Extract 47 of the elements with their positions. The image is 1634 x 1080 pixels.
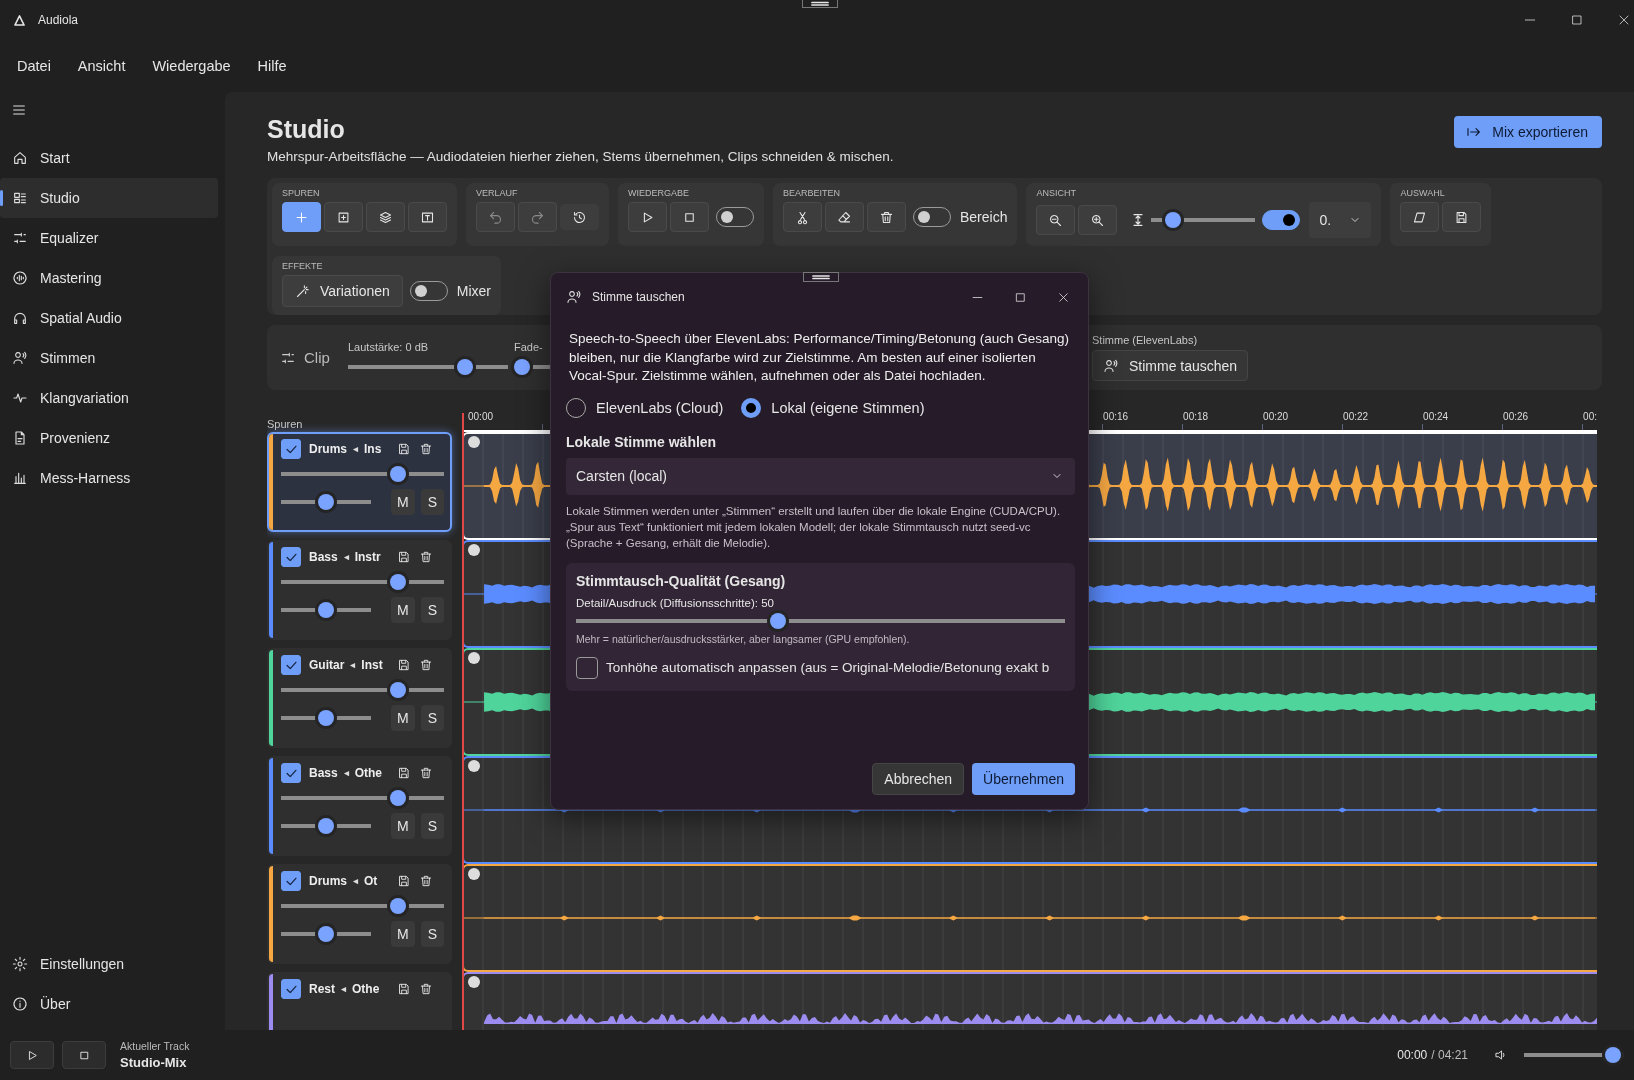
time-label: 00:22	[1343, 411, 1370, 422]
track-name: Drums	[309, 442, 347, 456]
track-name: Rest	[309, 982, 335, 996]
voice-label: Stimme (ElevenLabs)	[1092, 334, 1199, 346]
track-source: Ot	[364, 874, 378, 888]
time-label: 00:	[1583, 411, 1597, 422]
track-duration: / 04:21	[1431, 1048, 1468, 1062]
track-source: Othe	[354, 766, 383, 780]
group-title: SPUREN	[282, 188, 321, 198]
window-title: Audiola	[38, 13, 79, 27]
toggle-label: Mixer	[456, 283, 492, 299]
group-title: WIEDERGABE	[628, 188, 690, 198]
hint-text: Mehr = natürlicher/ausdrucksstärker, aber langsamer (GPU empfohlen).	[576, 632, 911, 645]
dialog-description: Speech-to-Speech über ElevenLabs: Performance/Timing/Betonung (auch Gesang) bleiben, nur die Klangfarbe wird zur Zielstimme. Am besten auf einer isolierten Vocal-Spur. Zielstimme wählen, aufnehmen oder als Datei hochladen.	[569, 330, 1071, 385]
time-label: 00:26	[1503, 411, 1530, 422]
track-name: Bass	[309, 766, 338, 780]
card-title: Stimmtausch-Qualität (Gesang)	[576, 572, 787, 589]
group-title: VERLAUF	[476, 188, 519, 198]
track-source: Ins	[364, 442, 382, 456]
group-title: AUSWAHL	[1400, 188, 1446, 198]
track-name: Bass	[309, 550, 338, 564]
time-label: 00:24	[1423, 411, 1450, 422]
track-title: Studio-Mix	[120, 1055, 188, 1070]
playback-position: 00:00	[1397, 1048, 1428, 1062]
time-label: 00:16	[1103, 411, 1130, 422]
group-title: ANSICHT	[1036, 188, 1077, 198]
track-name: Drums	[309, 874, 347, 888]
toggle-label: Bereich	[960, 209, 1008, 225]
dialog-title: Stimme tauschen	[592, 290, 685, 304]
volume-label: Lautstärke: 0 dB	[348, 340, 430, 353]
section-heading: Lokale Stimme wählen	[566, 433, 718, 450]
page-title: Studio	[267, 114, 346, 145]
track-name: Guitar	[309, 658, 345, 672]
time-label: 00:00	[468, 411, 494, 422]
detail-label: Detail/Ausdruck (Diffusionsschritte): 50	[576, 596, 775, 609]
group-title: BEARBEITEN	[783, 188, 841, 198]
time-label: 00:18	[1183, 411, 1210, 422]
clip-label: Clip	[304, 349, 331, 366]
tracks-label: Spuren	[267, 418, 304, 430]
track-source: Instr	[354, 550, 381, 564]
track-source: Othe	[352, 982, 380, 996]
now-playing-caption: Aktueller Track	[120, 1040, 190, 1052]
group-title: EFFEKTE	[282, 261, 324, 271]
time-label: 00:20	[1263, 411, 1290, 422]
help-text: Lokale Stimmen werden unter „Stimmen“ erstellt und laufen über die lokale Engine (CUDA/CPU). „Spur aus Text“ funktioniert mit jedem lokalen Modell; der lokale Stimmtausch nutzt seed-vc (Sprache + Gesang, erhält die Melodie).	[566, 503, 1062, 551]
track-source: Inst	[361, 658, 383, 672]
page-subtitle: Mehrspur-Arbeitsfläche — Audiodateien hierher ziehen, Stems übernehmen, Clips schneiden & mischen.	[267, 149, 894, 164]
